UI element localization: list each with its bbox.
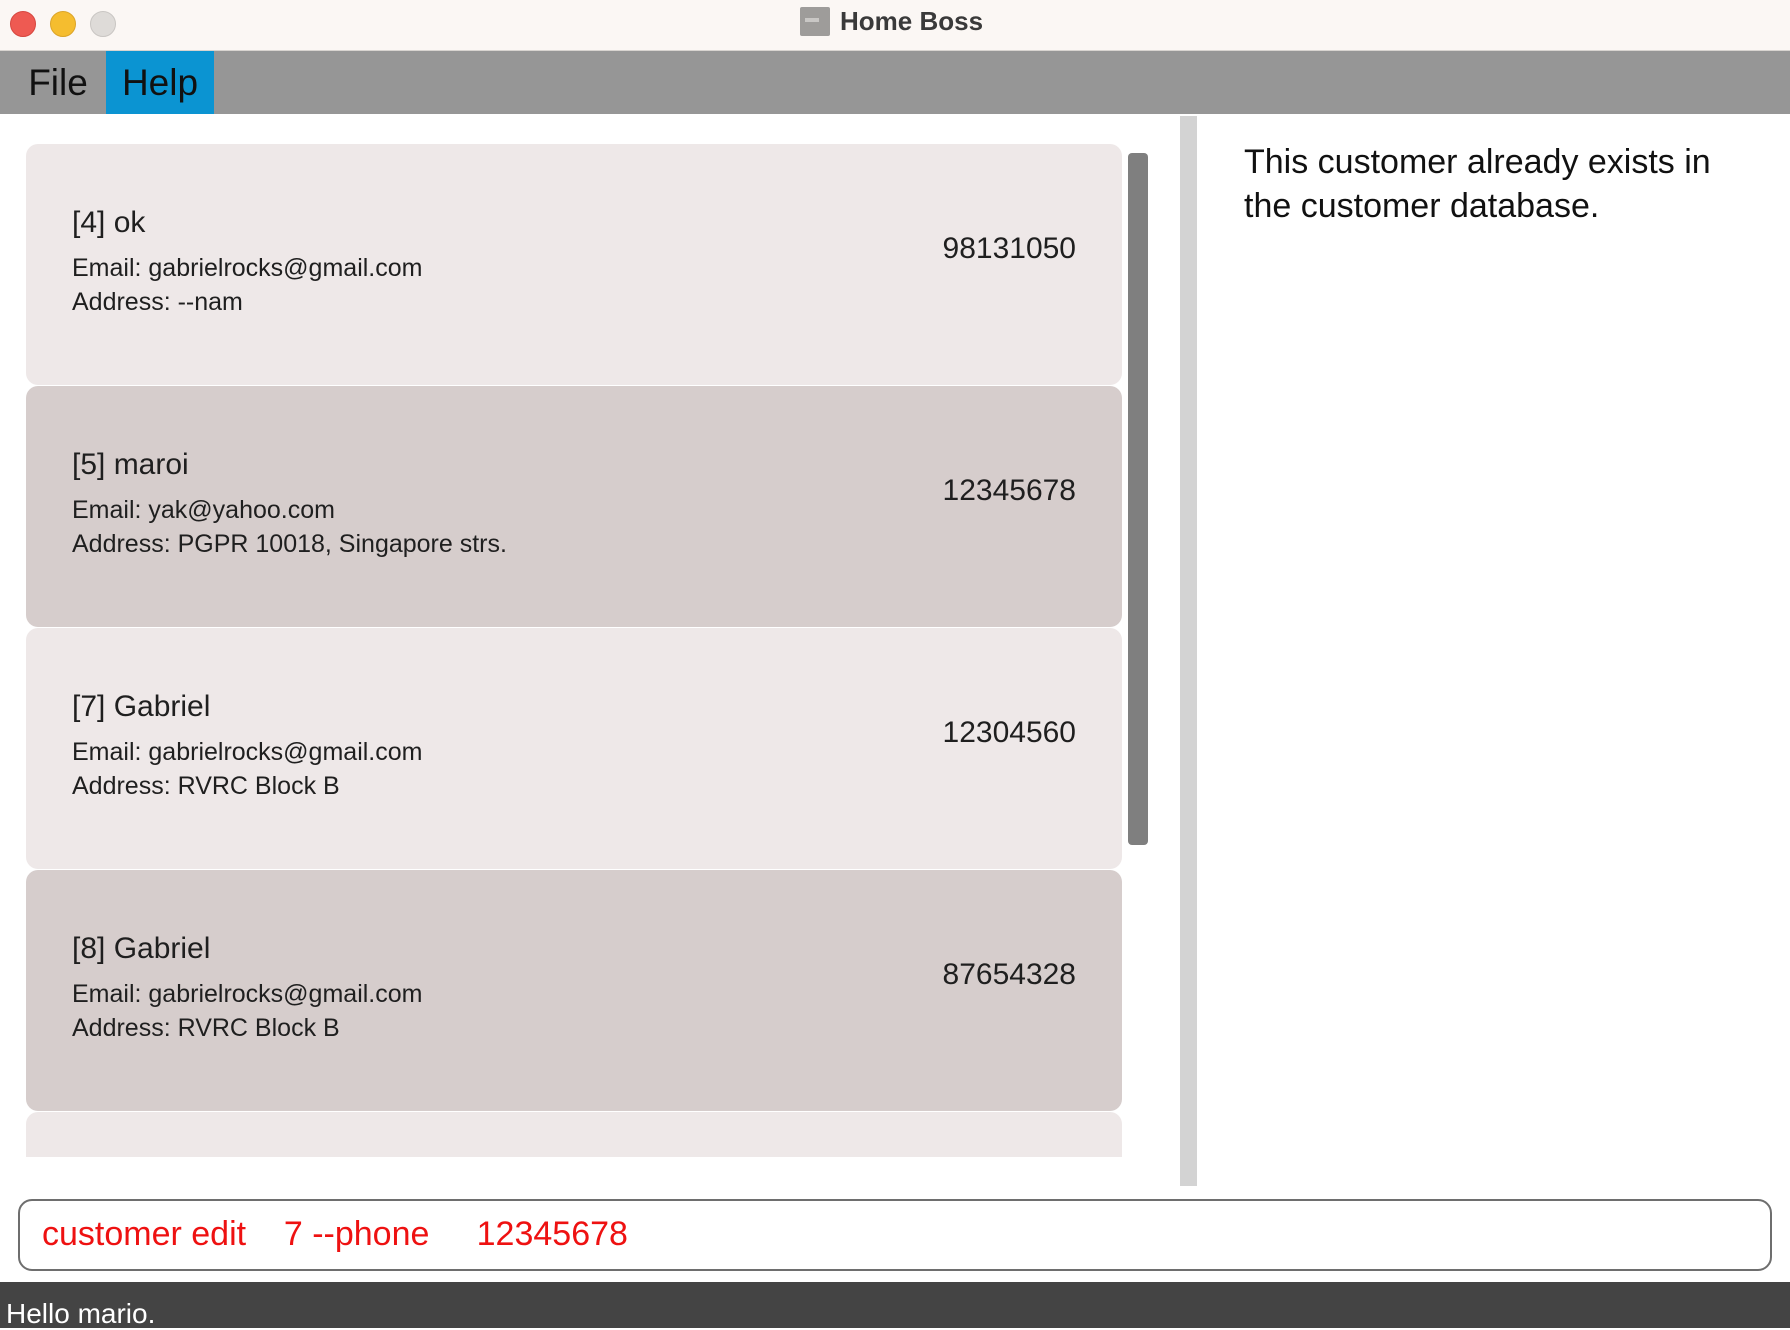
customer-address: Address: PGPR 10018, Singapore strs. xyxy=(72,530,507,558)
customer-address: Address: --nam xyxy=(72,288,243,316)
customer-address: Address: RVRC Block B xyxy=(72,772,340,800)
customer-phone: 87654328 xyxy=(942,958,1076,991)
customer-name: [8] Gabriel xyxy=(72,932,211,965)
customer-phone: 98131050 xyxy=(942,232,1076,265)
customer-card[interactable]: [8] Gabriel Email: gabrielrocks@gmail.co… xyxy=(26,870,1122,1111)
customer-email: Email: gabrielrocks@gmail.com xyxy=(72,738,423,766)
customer-name: [7] Gabriel xyxy=(72,690,211,723)
customer-card-partial[interactable] xyxy=(26,1112,1122,1157)
split-pane-divider[interactable] xyxy=(1180,116,1197,1186)
maximize-window-button[interactable] xyxy=(90,11,116,37)
customer-list[interactable]: [4] ok Email: gabrielrocks@gmail.com Add… xyxy=(0,115,1150,1157)
customer-name: [5] maroi xyxy=(72,448,189,481)
menu-bar: File Help xyxy=(0,51,1790,114)
minimize-window-button[interactable] xyxy=(50,11,76,37)
command-input-text: customer edit 7 --phone 12345678 xyxy=(42,1215,628,1253)
menu-help[interactable]: Help xyxy=(106,51,214,114)
customer-email: Email: gabrielrocks@gmail.com xyxy=(72,254,423,282)
customer-card[interactable]: [7] Gabriel Email: gabrielrocks@gmail.co… xyxy=(26,628,1122,869)
app-icon xyxy=(800,7,830,36)
close-window-button[interactable] xyxy=(10,11,36,37)
customer-card[interactable]: [4] ok Email: gabrielrocks@gmail.com Add… xyxy=(26,144,1122,385)
result-display: This customer already exists in the cust… xyxy=(1198,116,1790,1176)
customer-phone: 12304560 xyxy=(942,716,1076,749)
command-input[interactable]: customer edit 7 --phone 12345678 xyxy=(18,1199,1772,1271)
customer-address: Address: RVRC Block B xyxy=(72,1014,340,1042)
customer-name: [4] ok xyxy=(72,206,146,239)
title-bar: Home Boss xyxy=(0,0,1790,51)
customer-email: Email: gabrielrocks@gmail.com xyxy=(72,980,423,1008)
status-bar: Hello mario. xyxy=(0,1282,1790,1329)
customer-phone: 12345678 xyxy=(942,474,1076,507)
customer-email: Email: yak@yahoo.com xyxy=(72,496,335,524)
menu-file[interactable]: File xyxy=(12,51,104,114)
customer-card[interactable]: [5] maroi Email: yak@yahoo.com Address: … xyxy=(26,386,1122,627)
result-message: This customer already exists in the cust… xyxy=(1244,143,1711,225)
status-text: Hello mario. xyxy=(6,1298,156,1329)
window-title: Home Boss xyxy=(840,6,984,36)
list-scrollbar[interactable] xyxy=(1128,153,1148,845)
